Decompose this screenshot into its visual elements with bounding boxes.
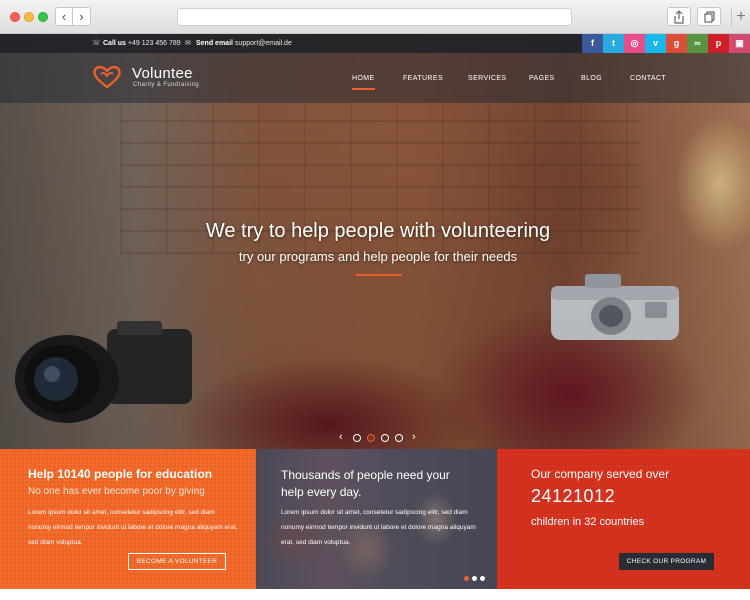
hero-title: We try to help people with volunteering [205, 220, 551, 242]
slider-dot-2[interactable] [367, 434, 375, 442]
education-subheading: No one has ever become poor by giving [28, 486, 205, 497]
served-subheading: children in 32 countries [531, 516, 645, 528]
served-panel: Our company served over 24121012 childre… [497, 449, 750, 589]
vimeo-icon[interactable]: v [645, 34, 666, 53]
nav-services[interactable]: SERVICES [468, 75, 506, 82]
browser-toolbar: ‹ › + [0, 0, 750, 34]
dribbble-icon[interactable]: ◎ [624, 34, 645, 53]
heart-logo-icon[interactable] [92, 65, 122, 89]
tabs-icon [704, 11, 715, 23]
help-dot-2[interactable] [472, 576, 477, 581]
nav-blog[interactable]: BLOG [581, 75, 602, 82]
forward-button[interactable]: › [73, 7, 91, 26]
phone-icon: ☏ [92, 40, 101, 47]
minimize-window-icon[interactable] [24, 12, 34, 22]
googleplus-icon[interactable]: g [666, 34, 687, 53]
education-body: Lorem ipsum dolor sit amet, consetetur s… [28, 509, 238, 546]
slider-dot-4[interactable] [395, 434, 403, 442]
nav-contact[interactable]: CONTACT [630, 75, 666, 82]
hero-subtitle: try our programs and help people for the… [238, 249, 518, 264]
top-contact-bar: ☏ Call us +49 123 456 789 ✉ Send email sup… [0, 34, 750, 53]
nav-features[interactable]: FEATURES [403, 75, 443, 82]
help-panel: Thousands of people need your help every… [256, 449, 497, 589]
education-panel: Help 10140 people for education No one h… [0, 449, 256, 589]
help-dot-3[interactable] [480, 576, 485, 581]
maximize-window-icon[interactable] [38, 12, 48, 22]
slider-dot-3[interactable] [381, 434, 389, 442]
help-heading: Thousands of people need your help every… [281, 468, 450, 499]
slider-prev-arrow[interactable]: ‹ [339, 432, 343, 443]
contact-phone[interactable]: ☏ Call us +49 123 456 789 [92, 39, 181, 47]
website: We try to help people with volunteering … [0, 34, 750, 600]
brand-name[interactable]: Voluntee [132, 65, 193, 82]
twitter-icon[interactable]: t [603, 34, 624, 53]
nav-home[interactable]: HOME [352, 75, 375, 90]
help-slider-dots [464, 576, 485, 581]
new-tab-button[interactable]: + [731, 8, 750, 26]
check-program-button[interactable]: CHECK OUR PROGRAM [619, 553, 714, 570]
envelope-icon: ✉ [185, 40, 191, 47]
hero-divider [356, 274, 402, 276]
slider-next-arrow[interactable]: › [412, 432, 416, 443]
close-window-icon[interactable] [10, 12, 20, 22]
pinterest-icon[interactable]: p [708, 34, 729, 53]
served-number: 24121012 [531, 486, 616, 506]
brand-tagline: Charity & Fundraising [133, 82, 200, 88]
share-icon [674, 10, 684, 24]
help-dot-1[interactable] [464, 576, 469, 581]
nav-pages[interactable]: PAGES [529, 75, 555, 82]
instagram-icon[interactable]: ▣ [729, 34, 750, 53]
share-button[interactable] [667, 7, 691, 26]
facebook-icon[interactable]: f [582, 34, 603, 53]
slider-dot-1[interactable] [353, 434, 361, 442]
contact-email[interactable]: ✉ Send email support@email.de [185, 39, 292, 47]
become-volunteer-button[interactable]: BECOME A VOLUNTEER [128, 553, 226, 570]
back-button[interactable]: ‹ [55, 7, 73, 26]
tripadvisor-icon[interactable]: ∞ [687, 34, 708, 53]
tabs-button[interactable] [697, 7, 721, 26]
served-heading: Our company served over [531, 467, 670, 481]
main-navbar: Voluntee Charity & Fundraising HOME FEAT… [0, 53, 750, 103]
education-heading: Help 10140 people for education [28, 467, 213, 481]
address-bar[interactable] [177, 8, 572, 26]
social-links: f t ◎ v g ∞ p ▣ [582, 34, 750, 53]
help-body: Lorem ipsum dolor sit amet, consetetur s… [281, 509, 476, 546]
